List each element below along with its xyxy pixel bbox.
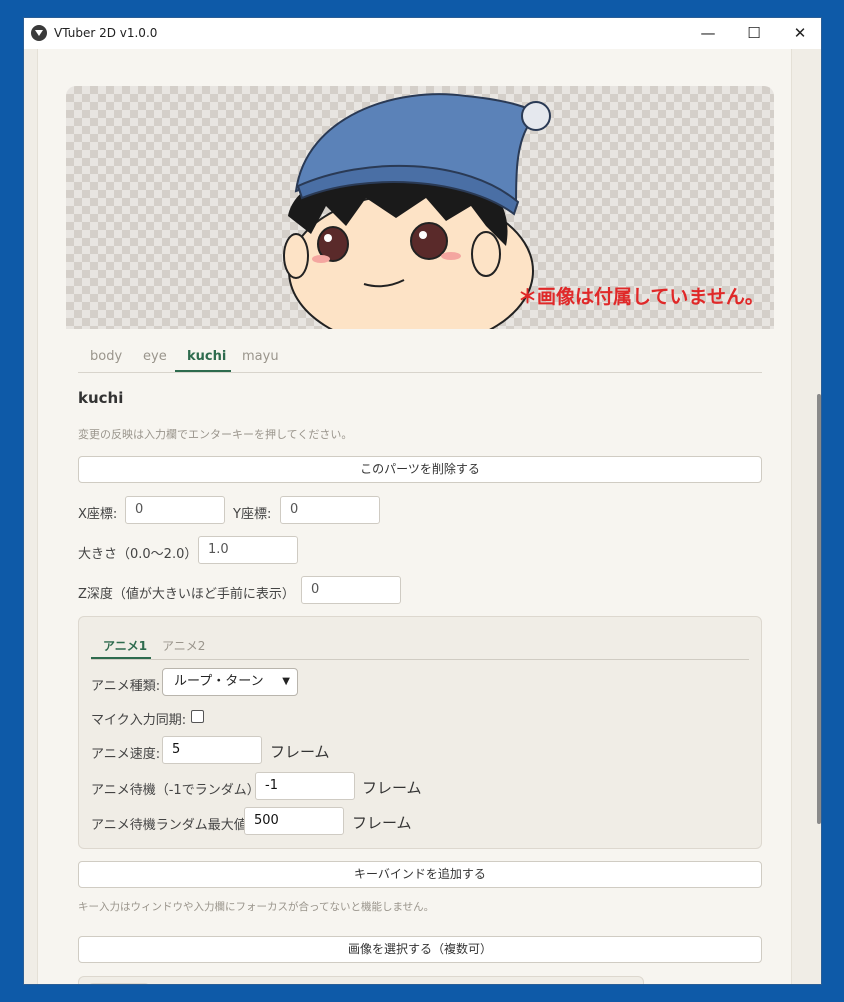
y-label: Y座標: bbox=[233, 507, 272, 522]
size-input[interactable]: 1.0 bbox=[198, 536, 298, 564]
tab-anime1[interactable]: アニメ1 bbox=[103, 637, 147, 654]
tab-mayu[interactable]: mayu bbox=[242, 349, 279, 364]
anim-wait-input[interactable]: -1 bbox=[255, 772, 355, 800]
y-input[interactable]: 0 bbox=[280, 496, 380, 524]
apply-hint: 変更の反映は入力欄でエンターキーを押してください。 bbox=[78, 428, 353, 441]
z-depth-input[interactable]: 0 bbox=[301, 576, 401, 604]
title-bar: VTuber 2D v1.0.0 — ☐ ✕ bbox=[24, 18, 821, 49]
maximize-button[interactable]: ☐ bbox=[731, 18, 777, 49]
tab-body[interactable]: body bbox=[90, 349, 122, 364]
animation-tabs: アニメ1 アニメ2 bbox=[91, 627, 749, 660]
active-tab-indicator bbox=[175, 370, 231, 372]
image-list bbox=[78, 976, 644, 984]
app-logo-icon bbox=[31, 25, 47, 41]
tab-kuchi[interactable]: kuchi bbox=[187, 349, 226, 364]
no-image-notice: ＊画像は付属していません。 bbox=[518, 286, 764, 308]
anim-type-value: ループ・ターン bbox=[174, 674, 264, 689]
main-content: ＊画像は付属していません。 body eye kuchi mayu kuchi … bbox=[24, 49, 821, 984]
z-depth-label: Z深度（値が大きいほど手前に表示） bbox=[78, 587, 295, 602]
anim-random-max-input[interactable]: 500 bbox=[244, 807, 344, 835]
anim-type-label: アニメ種類: bbox=[91, 679, 161, 694]
anim-type-select[interactable]: ループ・ターン ▼ bbox=[162, 668, 298, 696]
chevron-down-icon: ▼ bbox=[282, 676, 290, 687]
tab-eye[interactable]: eye bbox=[143, 349, 167, 364]
active-subtab-indicator bbox=[91, 657, 151, 659]
app-window: VTuber 2D v1.0.0 — ☐ ✕ ＊画像は付属していません。 bod… bbox=[23, 17, 822, 985]
delete-part-button[interactable]: このパーツを削除する bbox=[78, 456, 762, 483]
window-title: VTuber 2D v1.0.0 bbox=[54, 26, 158, 40]
tab-anime2[interactable]: アニメ2 bbox=[162, 637, 205, 654]
anim-speed-input[interactable]: 5 bbox=[162, 736, 262, 764]
close-button[interactable]: ✕ bbox=[777, 18, 821, 49]
mic-sync-checkbox[interactable] bbox=[191, 710, 204, 723]
scrollbar[interactable] bbox=[817, 394, 821, 824]
keybind-hint: キー入力はウィンドウや入力欄にフォーカスが合ってないと機能しません。 bbox=[78, 901, 435, 913]
anim-wait-unit: フレーム bbox=[362, 779, 422, 797]
size-label: 大きさ（0.0〜2.0） bbox=[78, 547, 198, 562]
add-keybind-button[interactable]: キーバインドを追加する bbox=[78, 861, 762, 888]
anim-speed-label: アニメ速度: bbox=[91, 747, 161, 762]
minimize-button[interactable]: — bbox=[685, 18, 731, 49]
image-thumbnail[interactable] bbox=[88, 983, 150, 984]
anim-random-max-unit: フレーム bbox=[352, 814, 412, 832]
anim-speed-unit: フレーム bbox=[270, 743, 330, 761]
x-label: X座標: bbox=[78, 507, 118, 522]
mic-sync-label: マイク入力同期: bbox=[91, 713, 187, 728]
select-images-button[interactable]: 画像を選択する（複数可） bbox=[78, 936, 762, 963]
anim-random-max-label: アニメ待機ランダム最大値: bbox=[91, 818, 252, 833]
avatar-preview: ＊画像は付属していません。 bbox=[66, 86, 774, 329]
part-title: kuchi bbox=[78, 389, 124, 407]
parts-tabs: body eye kuchi mayu bbox=[78, 342, 762, 373]
anim-wait-label: アニメ待機（-1でランダム）: bbox=[91, 783, 265, 798]
animation-panel: アニメ1 アニメ2 アニメ種類: ループ・ターン ▼ マイク入力同期: アニメ速… bbox=[78, 616, 762, 849]
x-input[interactable]: 0 bbox=[125, 496, 225, 524]
